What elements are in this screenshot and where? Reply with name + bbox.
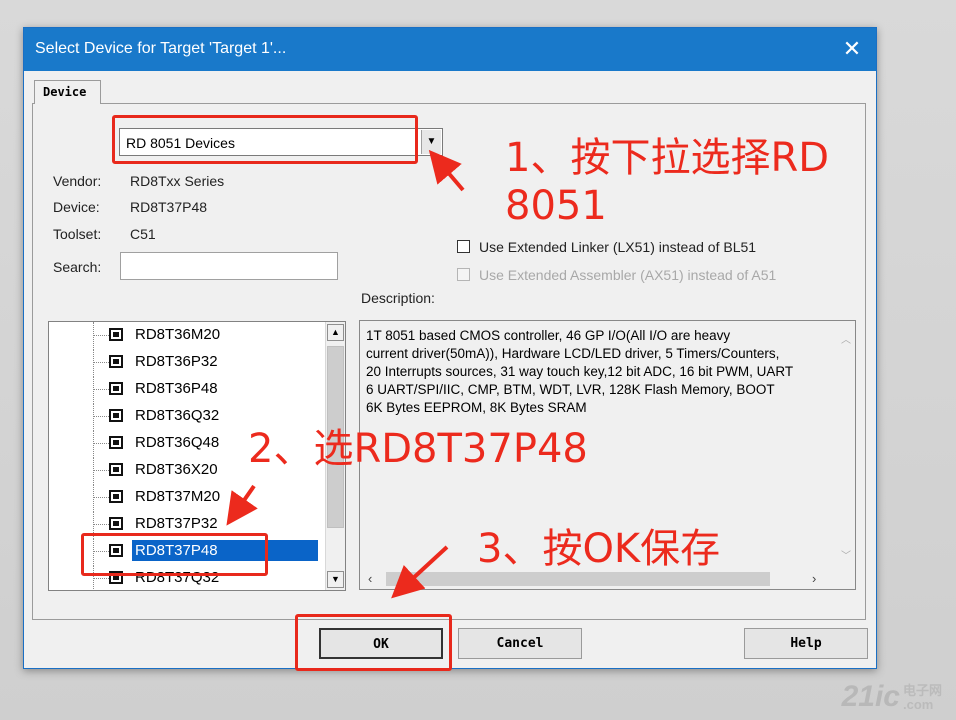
window-title: Select Device for Target 'Target 1'... bbox=[35, 40, 287, 57]
chip-icon bbox=[109, 409, 123, 422]
device-value: RD8T37P48 bbox=[130, 199, 208, 215]
device-item-label: RD8T37P32 bbox=[135, 515, 218, 532]
list-item[interactable]: RD8T36P32 bbox=[49, 349, 325, 375]
device-item-label: RD8T37M20 bbox=[135, 488, 221, 505]
scroll-up-icon[interactable]: ︿ bbox=[841, 331, 851, 346]
chip-icon bbox=[109, 490, 123, 503]
scroll-down-icon[interactable]: ▼ bbox=[327, 571, 344, 588]
toolset-value: C51 bbox=[130, 226, 156, 242]
chip-icon bbox=[109, 355, 123, 368]
chip-icon bbox=[109, 463, 123, 476]
device-label: Device: bbox=[53, 199, 100, 215]
chevron-down-icon[interactable]: ▼ bbox=[421, 130, 441, 154]
watermark-line1: 电子网 bbox=[902, 683, 942, 699]
close-icon[interactable]: ✕ bbox=[836, 34, 868, 64]
list-item[interactable]: RD8T37M20 bbox=[49, 484, 325, 510]
scroll-thumb[interactable] bbox=[386, 572, 770, 586]
chip-icon bbox=[109, 517, 123, 530]
device-item-label: RD8T36M20 bbox=[135, 326, 221, 343]
description-line: 6 UART/SPI/IIC, CMP, BTM, WDT, LVR, 128K… bbox=[366, 382, 775, 397]
toolset-label: Toolset: bbox=[53, 226, 102, 242]
device-item-label: RD8T36P48 bbox=[135, 380, 218, 397]
search-label: Search: bbox=[53, 259, 102, 275]
select-device-dialog: Select Device for Target 'Target 1'... ✕… bbox=[23, 27, 877, 671]
list-item[interactable]: RD8T36P48 bbox=[49, 376, 325, 402]
tab-device[interactable]: Device bbox=[34, 80, 101, 104]
highlight-dropdown bbox=[112, 115, 418, 164]
list-item[interactable]: RD8T36M20 bbox=[49, 322, 325, 348]
annotation-step1-cont: 8051 bbox=[505, 183, 607, 229]
annotation-step1: 1、按下拉选择RD bbox=[505, 135, 830, 181]
watermark-line2: .com bbox=[902, 697, 934, 713]
description-label: Description: bbox=[361, 290, 435, 306]
device-item-label: RD8T36P32 bbox=[135, 353, 218, 370]
extended-linker-label: Use Extended Linker (LX51) instead of BL… bbox=[479, 239, 757, 255]
annotation-step2: 2、选RD8T37P48 bbox=[248, 426, 588, 472]
chip-icon bbox=[109, 328, 123, 341]
search-input[interactable] bbox=[120, 252, 338, 280]
description-line: 1T 8051 based CMOS controller, 46 GP I/O… bbox=[366, 328, 731, 343]
extended-linker-checkbox[interactable] bbox=[457, 240, 470, 253]
watermark-logo: 21ic 电子网 .com bbox=[842, 680, 942, 714]
extended-assembler-label: Use Extended Assembler (AX51) instead of… bbox=[479, 267, 777, 283]
chip-icon bbox=[109, 382, 123, 395]
description-line: 20 Interrupts sources, 31 way touch key,… bbox=[366, 364, 794, 379]
highlight-ok-button bbox=[295, 614, 452, 671]
annotation-step3: 3、按OK保存 bbox=[477, 526, 721, 572]
scroll-up-icon[interactable]: ▲ bbox=[327, 324, 344, 341]
device-item-label: RD8T36Q48 bbox=[135, 434, 220, 451]
scroll-right-icon[interactable]: › bbox=[812, 571, 816, 586]
chip-icon bbox=[109, 436, 123, 449]
vendor-label: Vendor: bbox=[53, 173, 102, 189]
watermark-brand: 21ic bbox=[841, 680, 900, 713]
help-button[interactable]: Help bbox=[744, 628, 868, 659]
vendor-value: RD8Txx Series bbox=[130, 173, 225, 189]
description-text: 1T 8051 based CMOS controller, 46 GP I/O… bbox=[366, 327, 826, 417]
description-line: 6K Bytes EEPROM, 8K Bytes SRAM bbox=[366, 400, 587, 415]
device-item-label: RD8T36X20 bbox=[135, 461, 218, 478]
extended-assembler-checkbox[interactable] bbox=[457, 268, 470, 281]
description-line: current driver(50mA)), Hardware LCD/LED … bbox=[366, 346, 780, 361]
title-bar[interactable]: Select Device for Target 'Target 1'... ✕ bbox=[24, 28, 876, 71]
highlight-selected-device bbox=[81, 533, 268, 576]
cancel-button[interactable]: Cancel bbox=[458, 628, 582, 659]
description-vscrollbar[interactable]: ︿ ﹀ bbox=[837, 321, 855, 567]
device-item-label: RD8T36Q32 bbox=[135, 407, 220, 424]
scroll-left-icon[interactable]: ‹ bbox=[368, 571, 372, 586]
scroll-down-icon[interactable]: ﹀ bbox=[841, 547, 851, 562]
